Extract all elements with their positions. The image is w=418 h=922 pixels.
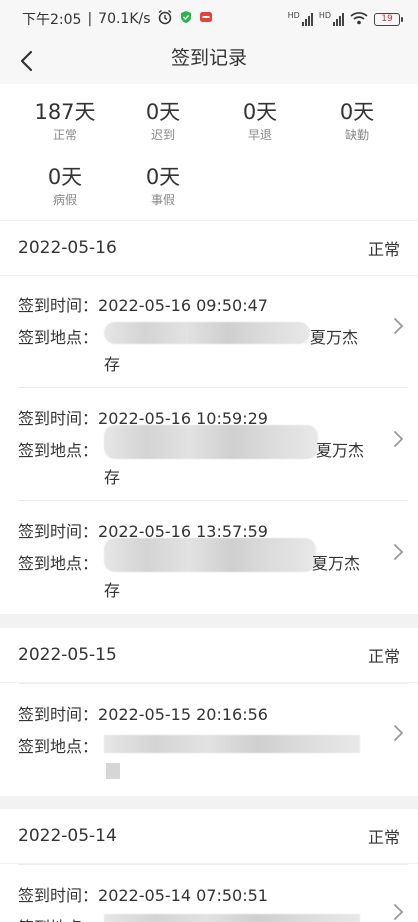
sign-time-value: 2022-05-14 07:50:51 [98,886,268,905]
stat-label: 迟到 [150,128,175,142]
sign-place-row: 签到地点： [18,733,98,757]
stat-value: 0天 [145,100,181,124]
stat-normal: 187天 正常 [13,99,117,143]
chevron-right-icon [394,318,404,334]
stat-label: 早退 [247,128,272,142]
hd-label-2: HD [318,10,331,20]
stat-value: 0天 [145,165,181,189]
sign-place-row: 签到地点： [18,324,98,348]
place-wrap-text: 存 [104,468,121,487]
hd-label-1: HD [287,10,300,20]
stat-value: 0天 [47,165,83,189]
checkin-record[interactable]: 签到时间：2022-05-15 20:16:56 签到地点： [0,683,418,796]
sign-place-label: 签到地点： [18,328,99,347]
redacted-address-wrap [106,763,120,779]
page-title: 签到记录 [170,47,247,69]
shield-app-icon [179,10,193,28]
chevron-right-icon [394,725,404,741]
redacted-address [104,322,310,344]
sign-place-label: 签到地点： [18,737,99,756]
chevron-right-icon [394,544,404,560]
stat-value: 187天 [34,100,96,124]
checkin-record[interactable]: 签到时间：2022-05-16 09:50:47 签到地点： 夏万杰 存 [0,276,418,388]
signal-1-icon [301,12,313,26]
sign-place-label: 签到地点： [18,918,98,922]
sign-time-value: 2022-05-15 20:16:56 [98,705,268,724]
status-time: 下午2:05 [22,12,82,28]
sign-place-row: 签到地点： [18,914,98,922]
group-spacer [0,796,418,809]
wifi-icon [350,11,368,28]
alarm-icon [157,9,173,29]
date-group-header: 2022-05-16 正常 [0,221,418,275]
group-date: 2022-05-14 [18,826,117,846]
stat-early-leave: 0天 早退 [208,99,312,143]
place-visible-text: 夏万杰 [310,328,359,347]
group-spacer [0,614,418,627]
divider [18,683,408,684]
sign-place-label: 签到地点： [18,554,99,573]
place-visible-text: 夏万杰 [316,441,365,460]
sign-time-row: 签到时间：2022-05-14 07:50:51 [18,882,268,906]
divider [18,864,408,865]
stat-personal-leave: 0天 事假 [111,164,215,208]
stat-late: 0天 迟到 [111,99,215,143]
nav-bar: 签到记录 [0,38,418,84]
red-app-icon [199,10,213,28]
sign-time-label: 签到时间： [18,409,99,428]
stat-value: 0天 [242,100,278,124]
sign-time-row: 签到时间：2022-05-15 20:16:56 [18,701,268,725]
sign-time-row: 签到时间：2022-05-16 09:50:47 [18,292,268,316]
stat-absent: 0天 缺勤 [305,99,409,143]
date-group-header: 2022-05-14 正常 [0,809,418,863]
redacted-address [104,538,316,572]
stat-label: 缺勤 [344,128,369,142]
stats-panel: 187天 正常 0天 迟到 0天 早退 0天 缺勤 0天 病假 0天 事假 [0,84,418,220]
group-status: 正常 [367,647,400,666]
sign-time-value: 2022-05-16 09:50:47 [98,296,268,315]
date-group-header: 2022-05-15 正常 [0,628,418,682]
redacted-address [104,735,360,753]
place-wrap-text: 存 [104,581,121,600]
checkin-record[interactable]: 签到时间：2022-05-14 07:50:51 签到地点： [0,864,418,922]
chevron-right-icon [394,904,404,920]
redacted-address [104,914,360,922]
network-speed: 70.1K/s [98,11,151,27]
sign-time-label: 签到时间： [18,705,99,724]
group-date: 2022-05-16 [18,238,117,258]
place-wrap-text: 存 [104,355,121,374]
sign-time-label: 签到时间： [18,886,99,905]
stat-label: 正常 [52,128,77,142]
sign-time-label: 签到时间： [18,296,99,315]
group-date: 2022-05-15 [18,645,117,665]
stat-sick-leave: 0天 病假 [13,164,117,208]
signal-2-icon [333,12,344,26]
stat-value: 0天 [339,100,375,124]
group-status: 正常 [367,240,400,259]
battery-level: 19 [381,14,393,24]
checkin-record[interactable]: 签到时间：2022-05-16 10:59:29 签到地点： 夏万杰 存 [0,388,418,501]
chevron-right-icon [394,431,404,447]
sign-place-row: 签到地点： [18,550,98,574]
redacted-address [104,425,318,459]
sign-place-row: 签到地点： [18,437,98,461]
sign-place-label: 签到地点： [18,441,99,460]
stat-label: 病假 [52,193,77,207]
status-separator: | [87,11,93,27]
sign-time-label: 签到时间： [18,522,99,541]
checkin-record[interactable]: 签到时间：2022-05-16 13:57:59 签到地点： 夏万杰 存 [0,501,418,614]
place-visible-text: 夏万杰 [312,554,361,573]
battery-icon: 19 [374,12,403,26]
stat-label: 事假 [150,193,175,207]
status-bar: 下午2:05 | 70.1K/s HD HD 19 [0,0,418,38]
group-status: 正常 [367,828,400,847]
